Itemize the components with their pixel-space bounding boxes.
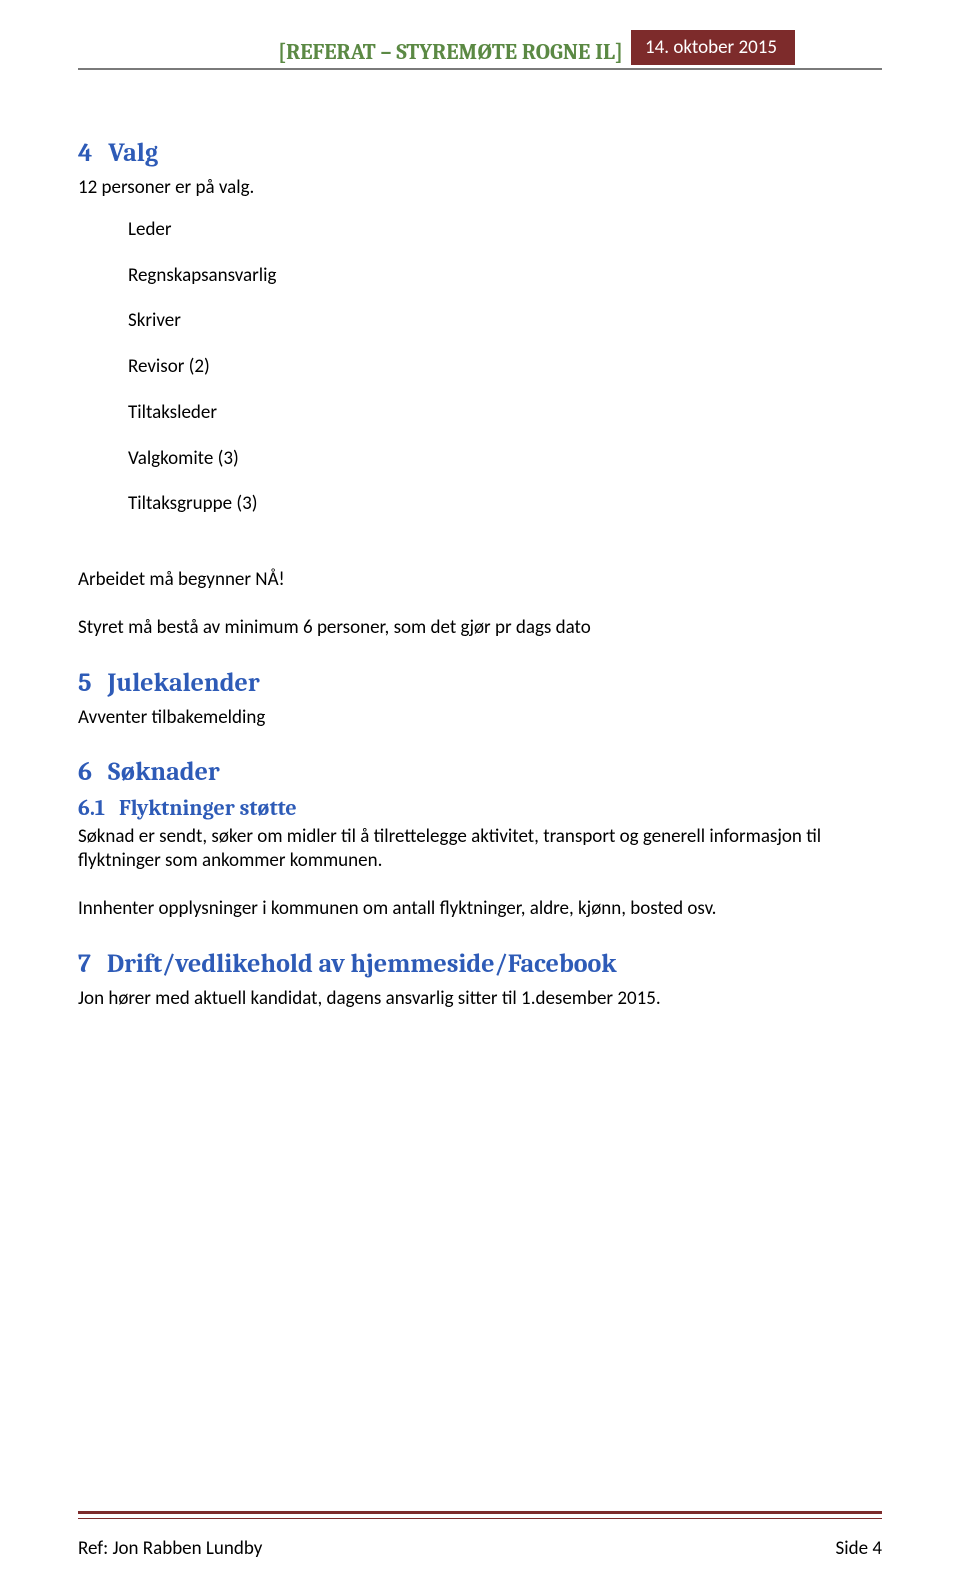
section-4-line2: Arbeidet må begynner NÅ!	[78, 568, 882, 592]
section-7-title: Drift/vedlikehold av hjemmeside/Facebook	[107, 949, 617, 979]
role-valgkomite: Valgkomite (3)	[128, 447, 882, 471]
section-6-1-num: 6.1	[78, 795, 105, 821]
header-date: 14. oktober 2015	[631, 30, 795, 65]
role-tiltaksgruppe: Tiltaksgruppe (3)	[128, 492, 882, 516]
section-4-line3: Styret må bestå av minimum 6 personer, s…	[78, 616, 882, 640]
section-6-num: 6	[78, 757, 92, 787]
section-5-line1: Avventer tilbakemelding	[78, 706, 882, 730]
section-4-title: Valg	[108, 138, 158, 168]
role-tiltaksleder: Tiltaksleder	[128, 401, 882, 425]
section-6-1-heading: 6.1 Flyktninger støtte	[78, 795, 882, 821]
roles-list: Leder Regnskapsansvarlig Skriver Revisor…	[78, 200, 882, 544]
section-6-1-line1: Søknad er sendt, søker om midler til å t…	[78, 825, 882, 873]
section-5-heading: 5 Julekalender	[78, 668, 882, 698]
section-4-num: 4	[78, 138, 92, 168]
footer-row: Ref: Jon Rabben Lundby Side 4	[78, 1537, 882, 1560]
document-content: 4 Valg 12 personer er på valg. Leder Regn…	[78, 70, 882, 1010]
role-regnskap: Regnskapsansvarlig	[128, 264, 882, 288]
document-footer: Ref: Jon Rabben Lundby Side 4	[78, 1511, 882, 1560]
section-5-num: 5	[78, 668, 92, 698]
role-skriver: Skriver	[128, 309, 882, 333]
document-page: [REFERAT – STYREMØTE ROGNE IL] 14. oktob…	[0, 0, 960, 1596]
section-4-intro: 12 personer er på valg.	[78, 176, 882, 200]
section-6-heading: 6 Søknader	[78, 757, 882, 787]
section-7-num: 7	[78, 949, 91, 979]
section-5-title: Julekalender	[108, 668, 260, 698]
bracket-left: [	[278, 39, 286, 65]
section-7-line1: Jon hører med aktuell kandidat, dagens a…	[78, 987, 882, 1011]
footer-ref: Ref: Jon Rabben Lundby	[78, 1537, 262, 1560]
footer-page: Side 4	[836, 1537, 882, 1560]
footer-rule-bottom	[78, 1518, 882, 1519]
section-6-1-title: Flyktninger støtte	[119, 795, 297, 821]
document-header: [REFERAT – STYREMØTE ROGNE IL] 14. oktob…	[78, 30, 882, 70]
section-6-title: Søknader	[108, 757, 220, 787]
bracket-right: ]	[615, 39, 623, 65]
header-title-text: REFERAT – STYREMØTE ROGNE IL	[286, 39, 615, 65]
header-title: [REFERAT – STYREMØTE ROGNE IL]	[78, 39, 631, 65]
role-leder: Leder	[128, 218, 882, 242]
section-6-1-line2: Innhenter opplysninger i kommunen om ant…	[78, 897, 882, 921]
role-revisor: Revisor (2)	[128, 355, 882, 379]
section-7-heading: 7 Drift/vedlikehold av hjemmeside/Faceboo…	[78, 949, 882, 979]
footer-rule-top	[78, 1511, 882, 1514]
section-4-heading: 4 Valg	[78, 138, 882, 168]
